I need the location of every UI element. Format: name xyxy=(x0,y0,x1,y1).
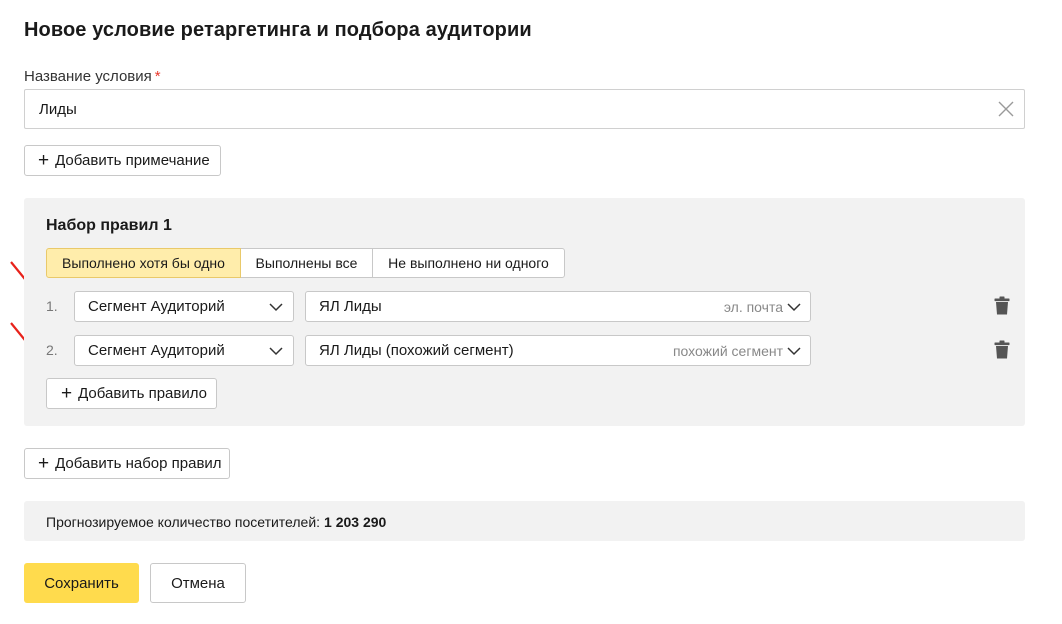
chevron-down-icon xyxy=(269,303,283,312)
trash-icon[interactable] xyxy=(994,296,1010,315)
match-mode-all[interactable]: Выполнены все xyxy=(240,248,373,278)
add-rule-button[interactable]: + Добавить правило xyxy=(46,378,217,409)
rule-segment-value: ЯЛ Лиды (похожий сегмент) xyxy=(319,342,514,359)
rule-segment-select[interactable]: ЯЛ Лиды (похожий сегмент) похожий сегмен… xyxy=(305,335,811,366)
forecast-panel: Прогнозируемое количество посетителей: 1 … xyxy=(24,501,1025,541)
chevron-down-icon xyxy=(269,347,283,356)
condition-name-field xyxy=(24,89,1025,129)
match-mode-selector: Выполнено хотя бы одно Выполнены все Не … xyxy=(46,248,565,278)
add-rule-set-button[interactable]: + Добавить набор правил xyxy=(24,448,230,479)
rule-type-select[interactable]: Сегмент Аудиторий xyxy=(74,291,294,322)
match-mode-none[interactable]: Не выполнено ни одного xyxy=(372,248,565,278)
trash-icon[interactable] xyxy=(994,340,1010,359)
condition-name-label: Название условия * xyxy=(24,68,161,85)
close-icon[interactable] xyxy=(996,99,1016,119)
rule-set-panel: Набор правил 1 Выполнено хотя бы одно Вы… xyxy=(24,198,1025,426)
forecast-label: Прогнозируемое количество посетителей: xyxy=(46,514,321,530)
rule-type-value: Сегмент Аудиторий xyxy=(88,298,225,315)
condition-name-label-text: Название условия xyxy=(24,68,152,85)
add-note-button-label: Добавить примечание xyxy=(55,152,210,169)
rule-segment-kind: эл. почта xyxy=(723,299,783,315)
cancel-button[interactable]: Отмена xyxy=(150,563,246,603)
rule-segment-kind: похожий сегмент xyxy=(672,343,783,359)
page-title: Новое условие ретаргетинга и подбора ауд… xyxy=(24,19,532,41)
add-rule-set-button-label: Добавить набор правил xyxy=(55,455,222,472)
plus-icon: + xyxy=(61,383,73,404)
condition-name-input[interactable] xyxy=(25,90,985,128)
match-mode-any[interactable]: Выполнено хотя бы одно xyxy=(46,248,241,278)
rule-set-title: Набор правил 1 xyxy=(46,217,172,234)
rule-number: 1. xyxy=(46,298,58,314)
rule-segment-value: ЯЛ Лиды xyxy=(319,298,382,315)
chevron-down-icon xyxy=(787,347,801,356)
save-button[interactable]: Сохранить xyxy=(24,563,139,603)
rule-row: 1. Сегмент Аудиторий ЯЛ Лиды эл. почта xyxy=(24,291,1025,322)
rule-type-value: Сегмент Аудиторий xyxy=(88,342,225,359)
add-rule-button-label: Добавить правило xyxy=(78,385,207,402)
chevron-down-icon xyxy=(787,303,801,312)
plus-icon: + xyxy=(38,150,50,171)
add-note-button[interactable]: + Добавить примечание xyxy=(24,145,221,176)
required-mark: * xyxy=(154,68,161,85)
forecast-value: 1 203 290 xyxy=(324,514,387,530)
plus-icon: + xyxy=(38,453,50,474)
rule-row: 2. Сегмент Аудиторий ЯЛ Лиды (похожий се… xyxy=(24,335,1025,366)
rule-segment-select[interactable]: ЯЛ Лиды эл. почта xyxy=(305,291,811,322)
rule-number: 2. xyxy=(46,342,58,358)
forecast-text: Прогнозируемое количество посетителей: 1 … xyxy=(46,514,386,530)
rule-type-select[interactable]: Сегмент Аудиторий xyxy=(74,335,294,366)
